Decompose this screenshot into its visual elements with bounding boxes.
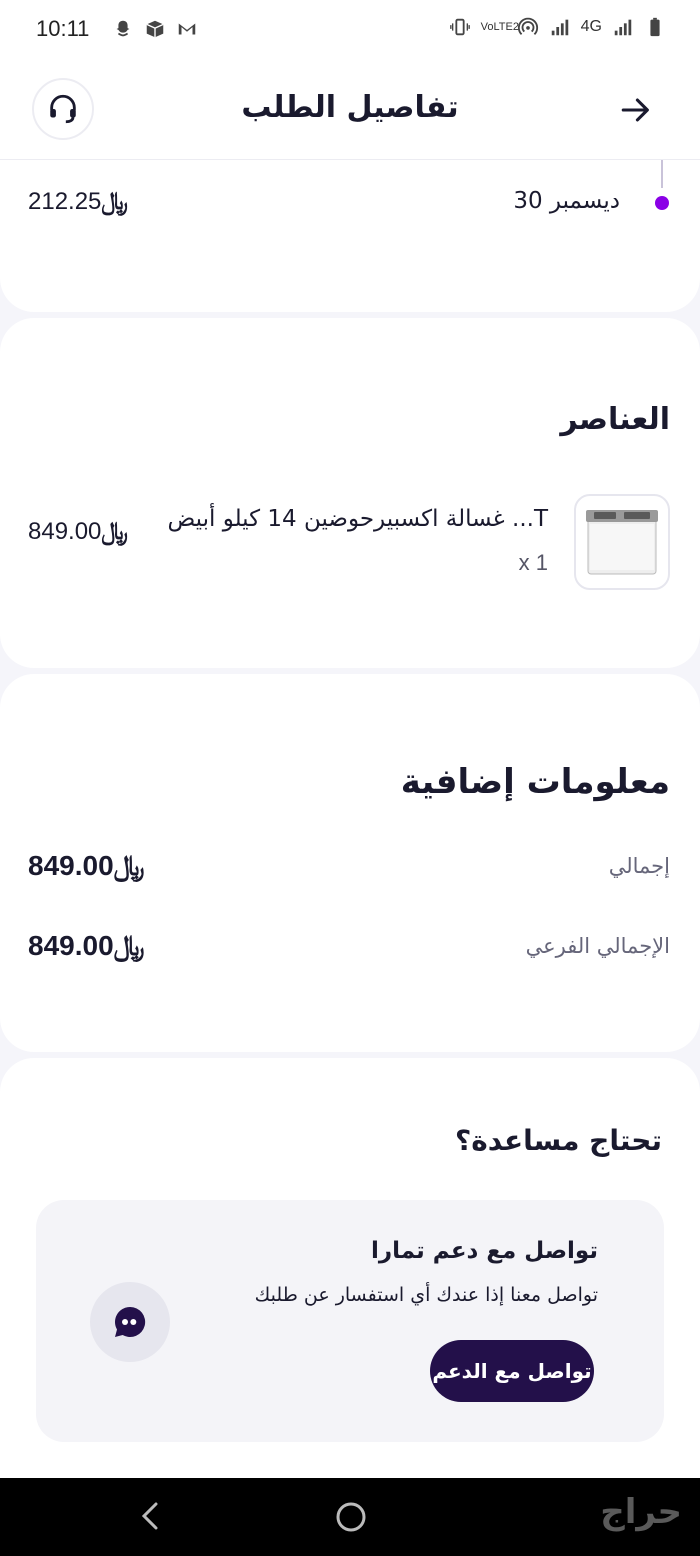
items-card: العناصر غسالة اكسبيرحوضين 14 كيلو أبيض .…	[0, 318, 700, 668]
items-title: العناصر	[560, 402, 670, 437]
arrow-right-icon	[621, 98, 649, 122]
status-bar: 10:11 VoLTE2 4G	[0, 0, 700, 60]
currency-symbol: ﷼	[113, 850, 145, 881]
chat-icon	[114, 1306, 146, 1337]
box-icon	[146, 20, 164, 38]
currency-symbol: ﷼	[101, 518, 128, 545]
volte-label: VoLTE2	[480, 20, 519, 33]
item-price-value: 849.00	[28, 518, 102, 545]
support-card-title: تواصل مع دعم تمارا	[370, 1238, 598, 1264]
support-card-desc: تواصل معنا إذا عندك أي استفسار عن طلبك	[254, 1284, 598, 1306]
nav-home-icon[interactable]	[334, 1500, 368, 1534]
contact-support-button[interactable]: تواصل مع الدعم	[430, 1340, 594, 1402]
info-title: معلومات إضافية	[400, 762, 670, 802]
help-title: تحتاج مساعدة؟	[455, 1124, 662, 1157]
app-header: تفاصيل الطلب	[0, 60, 700, 160]
status-time: 10:11	[36, 16, 90, 41]
subtotal-amount-value: 849.00	[28, 930, 114, 961]
subtotal-label: الإجمالي الفرعي	[525, 934, 670, 958]
system-nav-bar: حراج	[0, 1478, 700, 1556]
timeline-line	[661, 160, 663, 188]
currency-symbol: ﷼	[113, 930, 145, 961]
item-price: ﷼849.00	[28, 518, 130, 546]
signal2-icon	[614, 19, 632, 36]
notification-icons	[112, 18, 198, 40]
washing-machine-image	[586, 510, 658, 575]
back-button[interactable]	[616, 90, 656, 130]
total-label: إجمالي	[608, 854, 670, 878]
item-qty: x 1	[518, 550, 548, 575]
vibrate-icon	[449, 18, 470, 36]
support-contact-box: تواصل مع دعم تمارا تواصل معنا إذا عندك أ…	[36, 1200, 664, 1442]
total-amount-value: 849.00	[28, 850, 114, 881]
signal-icon	[551, 19, 568, 36]
product-thumbnail[interactable]	[574, 494, 670, 590]
chat-icon-badge	[90, 1282, 170, 1362]
subtotal-amount: ﷼849.00	[28, 930, 147, 963]
page-title: تفاصيل الطلب	[241, 90, 459, 125]
additional-info-card: معلومات إضافية إجمالي ﷼849.00 الإجمالي ا…	[0, 674, 700, 1052]
item-name: غسالة اكسبيرحوضين 14 كيلو أبيض ...T	[167, 506, 548, 532]
network-label: 4G	[580, 18, 602, 35]
payment-schedule-card: 30 ديسمبر ﷼212.25	[0, 160, 700, 312]
payment-amount: ﷼212.25	[28, 188, 130, 216]
payment-amount-value: 212.25	[28, 188, 102, 215]
total-amount: ﷼849.00	[28, 850, 147, 883]
snapchat-icon	[116, 20, 130, 37]
payment-date: 30 ديسمبر	[513, 188, 620, 214]
gmail-icon	[178, 23, 196, 35]
status-right: VoLTE2 4G	[449, 16, 666, 38]
hotspot-icon	[517, 17, 538, 35]
help-card: تحتاج مساعدة؟ تواصل مع دعم تمارا تواصل م…	[0, 1058, 700, 1478]
nav-back-icon[interactable]	[136, 1498, 164, 1534]
watermark: حراج	[600, 1492, 682, 1532]
battery-icon	[650, 17, 660, 37]
currency-symbol: ﷼	[101, 188, 128, 215]
timeline-dot	[655, 196, 669, 210]
